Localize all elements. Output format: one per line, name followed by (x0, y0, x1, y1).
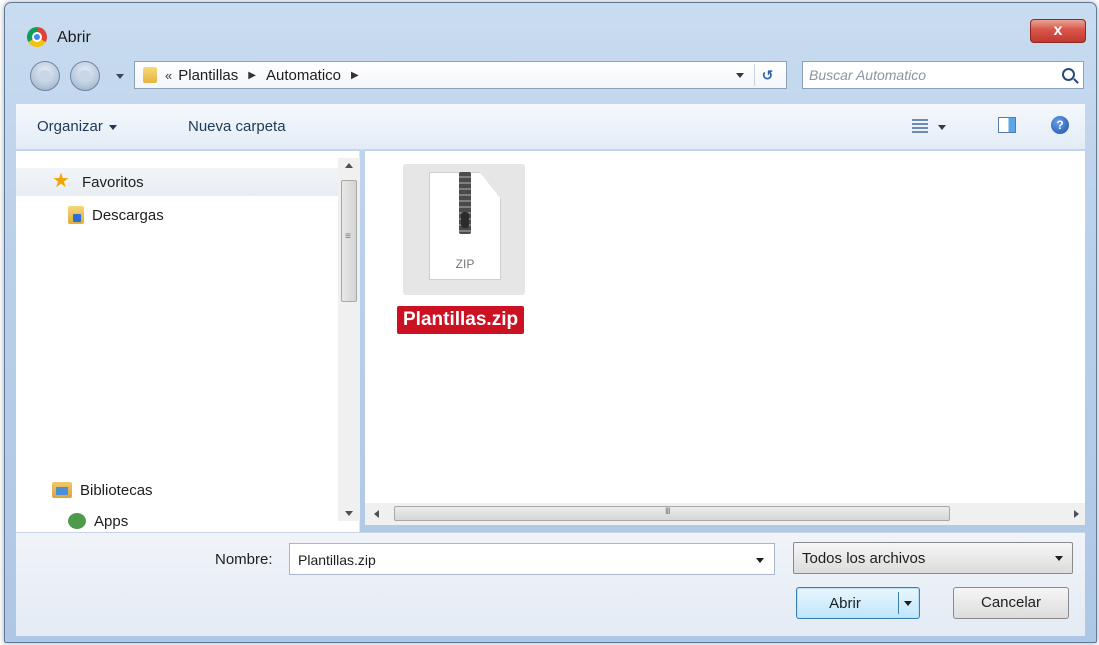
apps-icon (68, 513, 86, 529)
file-name-label: Nombre: (215, 551, 273, 568)
file-name-field[interactable] (289, 543, 775, 575)
downloads-folder-icon (68, 206, 84, 224)
nav-item-label: Apps (94, 512, 129, 530)
chevron-right-icon[interactable]: ▶ (351, 70, 359, 81)
chevron-down-icon[interactable] (904, 601, 912, 606)
scroll-down-icon[interactable] (345, 511, 353, 516)
abrir-button[interactable]: Abrir (796, 587, 920, 619)
nav-item-descargas[interactable]: Descargas (68, 201, 164, 229)
zipper-icon (459, 172, 471, 234)
nav-item-label: Favoritos (82, 173, 144, 191)
scroll-right-icon[interactable] (1074, 510, 1079, 518)
address-bar[interactable]: « Plantillas ▶ Automatico ▶ ↺ (134, 61, 787, 89)
file-type-select[interactable]: Todos los archivos (793, 542, 1073, 574)
file-type-value: Todos los archivos (802, 550, 926, 567)
search-box[interactable] (802, 61, 1084, 89)
search-icon[interactable] (1062, 68, 1075, 81)
breadcrumb-overflow[interactable]: « (165, 68, 172, 83)
libraries-icon (52, 482, 72, 498)
scroll-left-icon[interactable] (374, 510, 379, 518)
star-icon: ★ (52, 170, 70, 192)
scroll-up-icon[interactable] (345, 163, 353, 168)
organizar-label: Organizar (37, 118, 103, 135)
forward-button[interactable] (70, 61, 100, 91)
file-list-pane: ZIP Plantillas.zip (365, 151, 1085, 503)
new-folder-button[interactable]: Nueva carpeta (188, 118, 286, 135)
recent-locations-dropdown[interactable] (116, 74, 124, 79)
organizar-button[interactable]: Organizar (37, 118, 117, 135)
dialog-footer: Nombre: Todos los archivos Abrir Cancela… (16, 532, 1085, 636)
back-button[interactable] (30, 61, 60, 91)
nav-item-label: Descargas (92, 206, 164, 224)
chevron-down-icon[interactable] (756, 558, 764, 563)
title-bar: Abrir x (5, 3, 1096, 59)
split-divider (898, 592, 899, 614)
blank-area (48, 233, 262, 437)
search-input[interactable] (809, 65, 1049, 85)
scroll-thumb[interactable] (394, 506, 950, 521)
cancelar-button[interactable]: Cancelar (953, 587, 1069, 619)
file-item[interactable]: ZIP (403, 164, 525, 295)
view-options-icon[interactable] (912, 119, 928, 133)
nav-item-apps[interactable]: Apps (68, 507, 128, 532)
nav-vertical-scrollbar[interactable] (338, 158, 360, 521)
horizontal-scrollbar[interactable] (365, 503, 1085, 525)
dialog-title: Abrir (57, 29, 91, 46)
close-button[interactable]: x (1030, 19, 1086, 43)
nav-item-bibliotecas[interactable]: Bibliotecas (52, 476, 153, 504)
file-type-label: ZIP (455, 257, 475, 271)
nav-item-favoritos[interactable]: ★ Favoritos (16, 168, 343, 196)
abrir-button-label: Abrir (829, 595, 861, 612)
refresh-icon[interactable]: ↺ (754, 64, 780, 86)
breadcrumb-automatico[interactable]: Automatico (266, 67, 341, 84)
zip-file-icon: ZIP (429, 172, 501, 280)
breadcrumb-plantillas[interactable]: Plantillas (178, 67, 238, 84)
file-name-selected[interactable]: Plantillas.zip (397, 306, 525, 334)
help-icon[interactable]: ? (1051, 116, 1069, 134)
chrome-icon (27, 27, 47, 47)
navigation-pane: ★ Favoritos Descargas Bibliotecas Apps (16, 151, 360, 532)
view-dropdown-icon[interactable] (938, 125, 946, 130)
file-name-input[interactable] (298, 551, 738, 569)
address-dropdown[interactable] (736, 73, 744, 78)
chevron-down-icon (108, 124, 117, 130)
scroll-thumb[interactable] (341, 180, 357, 302)
nav-item-label: Bibliotecas (80, 481, 153, 499)
folder-icon (143, 67, 157, 83)
preview-pane-icon[interactable] (998, 117, 1016, 133)
chevron-right-icon[interactable]: ▶ (248, 70, 256, 81)
chevron-down-icon (1055, 556, 1063, 561)
toolbar: Organizar Nueva carpeta ? (16, 104, 1085, 150)
